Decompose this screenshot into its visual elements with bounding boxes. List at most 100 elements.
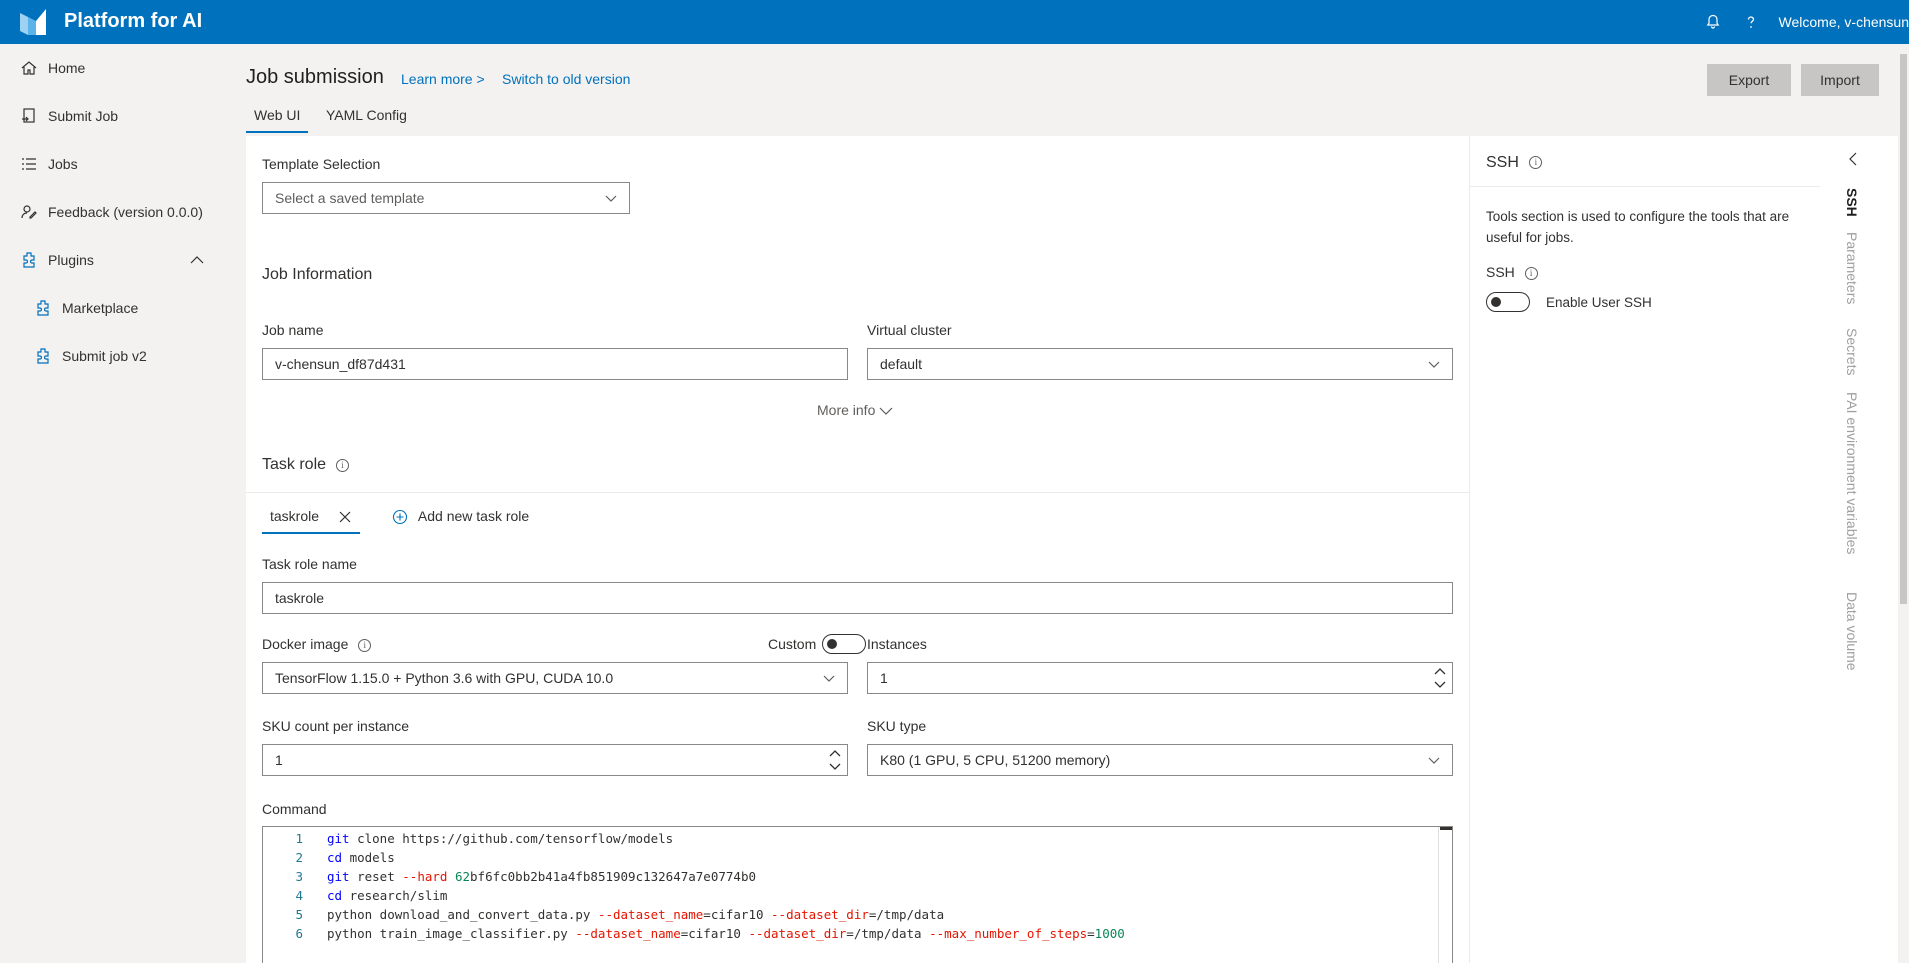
- sku-type-label: SKU type: [867, 718, 927, 734]
- tools-panel-description: Tools section is used to configure the t…: [1486, 209, 1790, 245]
- top-bar: Platform for AI Welcome, v-chensun: [0, 0, 1909, 44]
- plugin-icon: [37, 300, 49, 316]
- tools-panel-divider: [1470, 186, 1820, 187]
- enable-ssh-toggle[interactable]: [1486, 292, 1530, 312]
- chevron-down-icon: [823, 675, 835, 682]
- task-role-name-label: Task role name: [262, 556, 357, 572]
- sku-type-value: K80 (1 GPU, 5 CPU, 51200 memory): [880, 752, 1111, 768]
- line-number: 2: [295, 850, 303, 865]
- page-scrollbar[interactable]: [1898, 44, 1909, 963]
- sidebar-item-home[interactable]: Home: [0, 48, 226, 88]
- notification-bell-icon[interactable]: [1703, 12, 1723, 32]
- switch-old-version-link[interactable]: Switch to old version: [502, 71, 630, 87]
- code-line: 5 python download_and_convert_data.py --d…: [263, 907, 1443, 926]
- info-icon[interactable]: i: [1524, 266, 1538, 280]
- sidebar-item-feedback[interactable]: Feedback (version 0.0.0): [0, 192, 226, 232]
- docker-image-label: Docker image: [262, 636, 349, 652]
- vtab-ssh[interactable]: SSH: [1844, 188, 1860, 217]
- help-icon[interactable]: [1741, 12, 1761, 32]
- virtual-cluster-value: default: [880, 356, 923, 372]
- editor-scrollbar[interactable]: [1438, 827, 1452, 963]
- info-icon[interactable]: i: [335, 458, 349, 472]
- code-text: python train_image_classifier.py --datas…: [327, 926, 1125, 941]
- command-editor[interactable]: 1 git clone https://github.com/tensorflow…: [262, 826, 1453, 963]
- vtab-pai-env-vars[interactable]: PAI environment variables: [1844, 392, 1860, 554]
- close-icon[interactable]: [338, 510, 352, 524]
- sidebar-item-label: Feedback (version 0.0.0): [48, 204, 203, 220]
- plugin-icon: [37, 348, 49, 364]
- virtual-cluster-label: Virtual cluster: [867, 322, 952, 338]
- tab-yaml-config[interactable]: YAML Config: [326, 107, 407, 123]
- job-name-label: Job name: [262, 322, 324, 338]
- more-info-toggle[interactable]: More info: [817, 402, 893, 418]
- sidebar-item-plugins[interactable]: Plugins: [0, 240, 226, 280]
- vtab-secrets[interactable]: Secrets: [1844, 328, 1860, 375]
- job-name-input[interactable]: v-chensun_df87d431: [262, 348, 848, 380]
- code-line: 1 git clone https://github.com/tensorflow…: [263, 831, 1443, 850]
- sidebar-item-label: Marketplace: [62, 300, 139, 316]
- sidebar-item-jobs[interactable]: Jobs: [0, 144, 226, 184]
- app-title[interactable]: Platform for AI: [64, 10, 202, 33]
- task-role-tab[interactable]: taskrole: [262, 500, 360, 534]
- code-line: 4 cd research/slim: [263, 888, 1443, 907]
- job-information-title: Job Information: [262, 266, 373, 283]
- sku-count-label: SKU count per instance: [262, 718, 410, 734]
- docker-image-dropdown[interactable]: TensorFlow 1.15.0 + Python 3.6 with GPU,…: [262, 662, 848, 694]
- export-button[interactable]: Export: [1707, 64, 1791, 96]
- code-text: cd research/slim: [327, 888, 448, 903]
- home-icon: [21, 61, 37, 75]
- virtual-cluster-dropdown[interactable]: default: [867, 348, 1453, 380]
- add-task-role-button[interactable]: Add new task role: [392, 508, 529, 525]
- instances-value: 1: [880, 670, 888, 686]
- task-role-title: Task role: [262, 456, 327, 473]
- sidebar-item-label: Plugins: [48, 252, 94, 268]
- spin-arrows-icon[interactable]: [1434, 665, 1446, 691]
- code-text: cd models: [327, 850, 395, 865]
- import-button[interactable]: Import: [1801, 64, 1879, 96]
- submit-icon: [22, 108, 35, 123]
- spin-arrows-icon[interactable]: [829, 747, 841, 773]
- welcome-user[interactable]: Welcome, v-chensun: [1779, 14, 1909, 30]
- add-task-role-label: Add new task role: [417, 508, 530, 524]
- job-form-card: Template Selection Select a saved templa…: [246, 136, 1469, 963]
- task-role-name-value: taskrole: [275, 590, 325, 606]
- info-icon[interactable]: i: [1529, 156, 1543, 170]
- more-info-label: More info: [817, 402, 876, 418]
- enable-ssh-label: Enable User SSH: [1546, 295, 1652, 310]
- tab-web-ui[interactable]: Web UI: [245, 107, 309, 133]
- learn-more-link[interactable]: Learn more >: [401, 71, 485, 87]
- template-select-dropdown[interactable]: Select a saved template: [262, 182, 630, 214]
- sku-count-value: 1: [275, 752, 283, 768]
- chevron-down-icon: [1428, 361, 1440, 368]
- info-icon[interactable]: i: [358, 638, 372, 652]
- chevron-up-icon[interactable]: [190, 253, 204, 267]
- sidebar-item-label: Home: [48, 60, 86, 76]
- tools-panel: SSH i Tools section is used to configure…: [1469, 136, 1898, 963]
- chevron-down-icon: [879, 407, 893, 416]
- line-number: 5: [295, 907, 303, 922]
- sidebar-item-label: Submit job v2: [62, 348, 147, 364]
- page-title: Job submission: [246, 66, 384, 88]
- code-line: 2 cd models: [263, 850, 1443, 869]
- vtab-data-volume[interactable]: Data volume: [1844, 592, 1860, 671]
- sku-count-stepper[interactable]: 1: [262, 744, 848, 776]
- sidebar-item-submit-job[interactable]: Submit Job: [0, 96, 226, 136]
- feedback-icon: [21, 205, 37, 219]
- sku-type-dropdown[interactable]: K80 (1 GPU, 5 CPU, 51200 memory): [867, 744, 1453, 776]
- instances-stepper[interactable]: 1: [867, 662, 1453, 694]
- custom-image-toggle[interactable]: [822, 634, 866, 654]
- ssh-label: SSH: [1486, 264, 1515, 280]
- tools-vertical-tabs: SSH Parameters Secrets PAI environment v…: [1832, 136, 1872, 736]
- line-number: 4: [295, 888, 303, 903]
- code-text: git reset --hard 62bf6fc0bb2b41a4fb85190…: [327, 869, 756, 884]
- command-label: Command: [262, 801, 327, 817]
- sidebar-item-submit-job-v2[interactable]: Submit job v2: [0, 336, 226, 376]
- vtab-parameters[interactable]: Parameters: [1844, 232, 1860, 304]
- ssh-heading: SSH i: [1486, 264, 1538, 280]
- line-number: 6: [295, 926, 303, 941]
- line-number: 1: [295, 831, 303, 846]
- task-role-name-input[interactable]: taskrole: [262, 582, 1453, 614]
- job-name-value: v-chensun_df87d431: [275, 356, 406, 372]
- sidebar-item-marketplace[interactable]: Marketplace: [0, 288, 226, 328]
- sidebar-item-label: Jobs: [48, 156, 78, 172]
